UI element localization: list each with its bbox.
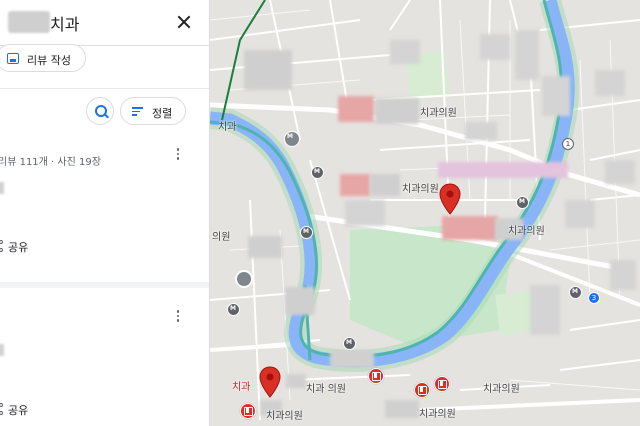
redacted-place [480, 34, 510, 60]
transit-hub-icon[interactable] [284, 131, 300, 147]
redacted-place [442, 216, 498, 240]
redacted-place [542, 76, 570, 116]
divider [0, 88, 209, 89]
redacted-place [330, 350, 374, 368]
redacted-place [515, 30, 539, 80]
metro-station-icon[interactable] [343, 337, 356, 350]
write-review-label: 리뷰 작성 [27, 54, 71, 67]
redacted-place [244, 50, 292, 90]
redacted-place [465, 122, 497, 140]
redacted-text [0, 344, 4, 356]
write-review-button[interactable]: 리뷰 작성 [0, 44, 86, 72]
map-label-dental-clinic[interactable]: 치과의원 [402, 180, 439, 195]
redacted-place [375, 98, 419, 124]
road-shield-icon: 1 [562, 138, 574, 150]
redacted-place [340, 174, 370, 196]
redacted-place [610, 260, 636, 290]
redacted-place [530, 285, 560, 335]
hospital-marker-icon[interactable] [368, 368, 384, 384]
share-label: 공유 [8, 404, 29, 417]
map-label-dental-clinic[interactable]: 치과의원 [508, 222, 545, 237]
share-label: 공유 [8, 241, 29, 254]
share-icon [0, 403, 4, 415]
sort-button[interactable]: 정렬 [120, 97, 186, 125]
hospital-marker-icon[interactable] [240, 403, 256, 419]
metro-station-icon[interactable] [227, 303, 240, 316]
search-bar[interactable]: 치과 [0, 0, 209, 46]
location-pin-icon[interactable] [439, 183, 461, 215]
redacted-place [370, 174, 400, 196]
map-view[interactable]: 치과의원 치과의원 치과의원 치과 의원 치과의원 치과의원 치과의원 치과 치… [210, 0, 640, 426]
search-query-text: 치과 [50, 15, 80, 34]
map-label-dental-clinic[interactable]: 치과 의원 [306, 380, 346, 395]
redacted-place [345, 200, 385, 226]
hospital-marker-icon[interactable] [434, 376, 450, 392]
redacted-place [385, 400, 419, 418]
sort-label: 정렬 [152, 107, 173, 120]
more-options-icon[interactable] [175, 148, 181, 162]
location-pin-icon[interactable] [259, 366, 281, 398]
redacted-place [595, 70, 625, 96]
redacted-place [285, 287, 315, 315]
redacted-text [0, 182, 4, 194]
school-icon[interactable] [235, 270, 253, 288]
hospital-marker-icon[interactable] [414, 382, 430, 398]
map-label-dental-clinic[interactable]: 치과의원 [266, 407, 303, 422]
redacted-place [438, 162, 568, 178]
results-panel: 치과 리뷰 작성 정렬 리뷰 111개 · 사진 19장 공유 공유 [0, 0, 210, 426]
redacted-place [338, 96, 374, 122]
map-label-edge: 치과 [218, 122, 237, 133]
redacted-search-text [8, 11, 50, 33]
more-options-icon[interactable] [175, 310, 181, 324]
photo-review-icon [7, 53, 19, 64]
share-icon [0, 240, 4, 252]
map-label-dental-clinic[interactable]: 치과의원 [419, 405, 456, 420]
close-icon[interactable] [172, 10, 196, 34]
redacted-place [390, 40, 420, 64]
redacted-place [248, 236, 282, 258]
sort-icon [132, 107, 143, 116]
redacted-place [605, 160, 635, 184]
review-meta: 리뷰 111개 · 사진 19장 [0, 157, 101, 168]
road-shield-icon: 3 [588, 292, 600, 304]
divider [0, 282, 209, 288]
map-label-dental-clinic[interactable]: 치과의원 [483, 380, 520, 395]
map-label-selected-dental[interactable]: 치과 [232, 378, 250, 393]
metro-station-icon[interactable] [516, 196, 529, 209]
metro-station-icon[interactable] [569, 286, 582, 299]
redacted-place [286, 374, 306, 388]
metro-station-icon[interactable] [300, 226, 313, 239]
search-reviews-icon[interactable] [86, 97, 114, 125]
redacted-place [565, 200, 595, 228]
metro-station-icon[interactable] [311, 166, 324, 179]
map-label-dental-clinic[interactable]: 치과의원 [420, 104, 457, 119]
map-label-edge: 의원 [212, 232, 231, 243]
